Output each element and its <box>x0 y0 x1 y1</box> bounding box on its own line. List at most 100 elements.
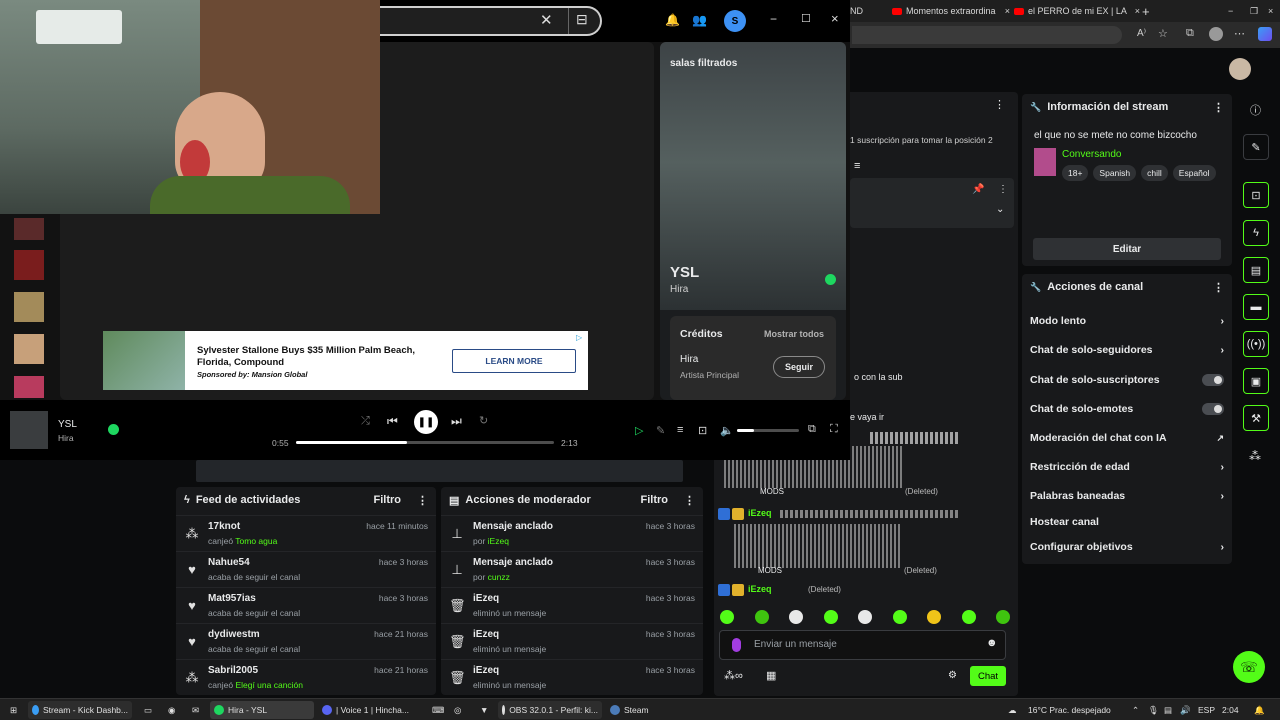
broadcast-icon[interactable]: ((•)) <box>1243 331 1269 357</box>
ad-cta-button[interactable]: LEARN MORE <box>452 349 576 373</box>
taskbar-item[interactable]: Stream - Kick Dashb... <box>28 701 132 719</box>
emote-icon[interactable] <box>927 610 941 624</box>
player-track-title[interactable]: YSL <box>58 419 77 430</box>
action-host-channel[interactable]: Hostear canal <box>1030 516 1224 528</box>
mod-action-user[interactable]: iEzeq <box>488 536 509 546</box>
emote-icon[interactable] <box>720 610 734 624</box>
action-followers-only[interactable]: Chat de solo-seguidores › <box>1030 344 1224 356</box>
track-artist[interactable]: Hira <box>670 284 688 295</box>
action-ai-moderation[interactable]: Moderación del chat con IA ↗ <box>1030 432 1224 444</box>
ad-banner[interactable]: Sylvester Stallone Buys $35 Million Palm… <box>103 331 588 390</box>
activity-user[interactable]: 17knot <box>208 521 240 532</box>
bell-icon[interactable]: 🔔 <box>665 13 680 27</box>
clock[interactable]: 2:04 <box>1218 701 1243 719</box>
pin-icon[interactable]: 📌 <box>972 184 984 195</box>
pencil-icon[interactable]: ✎ <box>1243 134 1269 160</box>
close-icon[interactable]: × <box>1005 6 1010 16</box>
points-icon[interactable]: ⁂ <box>1249 449 1261 463</box>
folder-icon[interactable]: ▭ <box>140 701 156 719</box>
subscribers-only-toggle[interactable] <box>1202 374 1224 386</box>
now-playing-view-icon[interactable]: ▷ <box>635 424 643 437</box>
terminal-icon[interactable]: ⌨ <box>428 701 448 719</box>
steam-icon[interactable]: ◎ <box>450 701 465 719</box>
maximize-icon[interactable]: ☐ <box>801 12 811 25</box>
mic-icon[interactable] <box>732 638 741 652</box>
filter-button[interactable]: Filtro <box>641 494 669 506</box>
chat-send-button[interactable]: Chat <box>970 666 1006 686</box>
minimize-icon[interactable]: − <box>1228 2 1242 20</box>
mod-action-title[interactable]: iEzeq <box>473 665 499 676</box>
friends-icon[interactable]: 👥 <box>692 13 707 27</box>
shuffle-icon[interactable]: ⤮ <box>361 415 370 428</box>
new-tab-icon[interactable]: + <box>1142 2 1156 20</box>
category-thumbnail[interactable] <box>1034 148 1056 176</box>
brave-icon[interactable]: ▼ <box>476 701 492 719</box>
weather-icon[interactable]: ☁ <box>1004 701 1021 719</box>
activity-user[interactable]: Nahue54 <box>208 557 250 568</box>
pause-button[interactable]: ❚❚ <box>414 410 438 434</box>
taskbar-item[interactable]: Steam <box>606 701 710 719</box>
emote-icon[interactable] <box>996 610 1010 624</box>
previous-icon[interactable]: ⏮ <box>387 414 398 429</box>
lyrics-icon[interactable]: ✎ <box>656 424 665 437</box>
emote-icon[interactable] <box>823 610 838 624</box>
saved-check-icon[interactable] <box>108 424 119 435</box>
mod-action-title[interactable]: iEzeq <box>473 593 499 604</box>
info-icon[interactable]: ⓘ <box>1250 102 1261 118</box>
playlist-thumbnail[interactable] <box>14 334 44 364</box>
support-icon[interactable]: ☏ <box>1233 651 1265 683</box>
network-icon[interactable]: ▤ <box>1160 701 1176 719</box>
adchoices-icon[interactable]: ▷ <box>576 333 582 342</box>
connect-device-icon[interactable]: ⊡ <box>698 424 707 437</box>
taskbar-item[interactable]: Hira - YSL <box>210 701 314 719</box>
document-icon[interactable]: ▤ <box>1243 257 1269 283</box>
follow-button[interactable]: Seguir <box>773 356 825 378</box>
activity-user[interactable]: Sabril2005 <box>208 665 258 676</box>
chat-username[interactable]: iEzeq <box>748 508 772 518</box>
mod-action-title[interactable]: iEzeq <box>473 629 499 640</box>
collections-icon[interactable]: ⧉ <box>1186 27 1194 40</box>
menu-icon[interactable]: ⋮ <box>1213 281 1224 294</box>
layout-icon[interactable]: ▣ <box>1243 368 1269 394</box>
playlist-thumbnail[interactable] <box>14 250 44 280</box>
address-bar[interactable] <box>852 26 1122 44</box>
lightning-icon[interactable]: ϟ <box>1243 220 1269 246</box>
chat-menu-icon[interactable]: ⋮ <box>994 98 1005 111</box>
tools-icon[interactable]: ⚒ <box>1243 405 1269 431</box>
filter-icon[interactable]: ≡ <box>854 160 860 172</box>
queue-icon[interactable]: ≡ <box>677 424 683 436</box>
player-track-artist[interactable]: Hira <box>58 433 74 443</box>
playlist-thumbnail[interactable] <box>14 292 44 322</box>
taskbar-item[interactable]: OBS 32.0.1 - Perfil: ki... <box>498 701 602 719</box>
chevron-down-icon[interactable]: ⌄ <box>996 204 1004 215</box>
show-all-link[interactable]: Mostrar todos <box>764 329 824 339</box>
chat-input[interactable]: Enviar un mensaje ☻ <box>719 630 1006 660</box>
browser-tab[interactable]: el PERRO de mi EX | LA × <box>1014 2 1140 20</box>
repeat-icon[interactable]: ↻ <box>479 414 488 427</box>
fullscreen-icon[interactable]: ⛶ <box>830 423 838 436</box>
notification-icon[interactable]: 🔔 <box>1250 701 1269 719</box>
emoji-icon[interactable]: ☻ <box>986 637 998 649</box>
weather-text[interactable]: 16°C Prac. despejado <box>1024 701 1115 719</box>
menu-icon[interactable]: ⋮ <box>417 494 428 507</box>
progress-bar[interactable] <box>296 441 554 444</box>
action-banned-words[interactable]: Palabras baneadas › <box>1030 490 1224 502</box>
menu-icon[interactable]: ⋮ <box>684 494 695 507</box>
emotes-only-toggle[interactable] <box>1202 403 1224 415</box>
speaker-icon[interactable]: 🔊 <box>1176 701 1195 719</box>
action-configure-goals[interactable]: Configurar objetivos › <box>1030 541 1224 553</box>
close-window-icon[interactable]: × <box>1268 2 1280 20</box>
user-avatar[interactable]: S <box>724 10 746 32</box>
more-icon[interactable]: ⋯ <box>1234 27 1245 40</box>
browse-icon[interactable]: ⊟ <box>576 11 588 28</box>
edit-button[interactable]: Editar <box>1033 238 1221 260</box>
star-icon[interactable]: ☆ <box>1158 27 1168 40</box>
emote-icon[interactable] <box>961 610 976 624</box>
activity-user[interactable]: Mat957ias <box>208 593 256 604</box>
tray-up-icon[interactable]: ⌃ <box>1128 701 1143 719</box>
emote-icon[interactable] <box>858 610 872 624</box>
maximize-icon[interactable]: ❐ <box>1250 2 1264 20</box>
taskbar-item[interactable]: | Voice 1 | Hincha... <box>318 701 422 719</box>
next-icon[interactable]: ⏭ <box>451 414 462 429</box>
filter-button[interactable]: Filtro <box>374 494 402 506</box>
